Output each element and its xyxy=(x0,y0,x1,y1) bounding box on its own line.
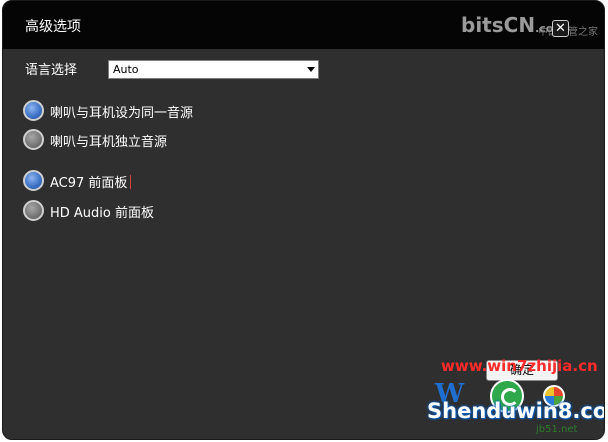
brand-text: bitsCN xyxy=(461,13,536,37)
watermark-site-2: Shenduwin8.com xyxy=(427,399,604,423)
radio-button-unselected[interactable] xyxy=(23,200,44,221)
close-button[interactable]: ✕ xyxy=(552,20,569,37)
chevron-down-icon[interactable] xyxy=(307,67,315,72)
watermark-site-3: jb51.net xyxy=(536,424,578,435)
radio-button-selected[interactable] xyxy=(23,170,44,191)
title-bar: 高级选项 bitsCN.com 中国网管之家 ✕ xyxy=(3,1,604,49)
language-label: 语言选择 xyxy=(25,63,78,78)
advanced-options-dialog: 高级选项 bitsCN.com 中国网管之家 ✕ 语言选择 Auto 喇叭与耳机… xyxy=(2,0,605,440)
radio-label: AC97 前面板 xyxy=(50,172,132,191)
dialog-title: 高级选项 xyxy=(25,19,81,35)
radio-button-selected[interactable] xyxy=(23,100,44,121)
text-caret xyxy=(130,175,132,189)
language-select[interactable]: Auto xyxy=(108,60,319,79)
radio-button-unselected[interactable] xyxy=(23,129,44,150)
watermark-site-1: www.win7zhijia.cn xyxy=(441,357,598,375)
radio-label: HD Audio 前面板 xyxy=(50,206,155,221)
radio-label: 喇叭与耳机独立音源 xyxy=(50,135,168,150)
radio-label-text: AC97 前面板 xyxy=(50,176,128,191)
radio-label: 喇叭与耳机设为同一音源 xyxy=(50,106,194,121)
language-selected-value: Auto xyxy=(113,63,139,76)
